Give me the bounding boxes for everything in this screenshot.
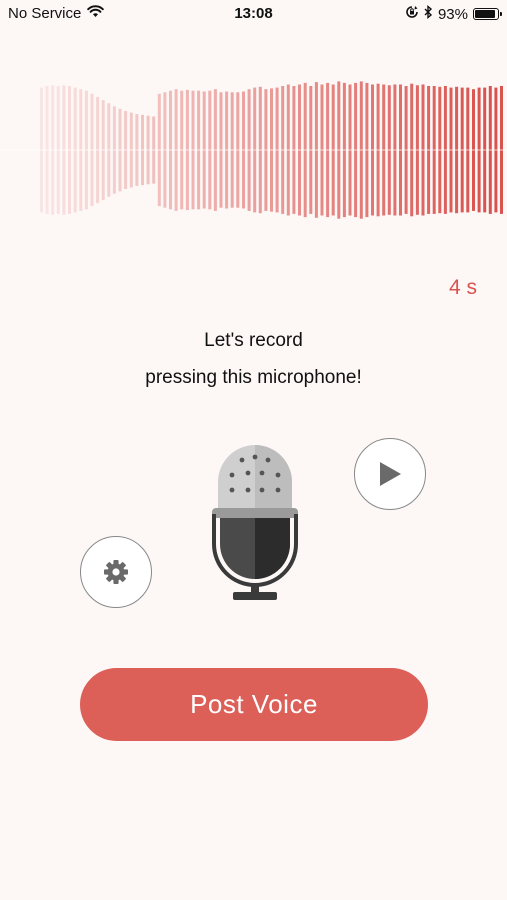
microphone-button[interactable] [200, 444, 310, 604]
settings-button[interactable] [80, 536, 152, 608]
play-button[interactable] [354, 438, 426, 510]
gear-icon [104, 560, 128, 584]
post-voice-button[interactable]: Post Voice [80, 668, 428, 741]
bluetooth-icon [424, 5, 433, 23]
rotation-lock-icon [405, 5, 419, 23]
audio-waveform [0, 81, 507, 219]
instruction-line-1: Let's record [204, 330, 303, 351]
recording-duration: 4 s [448, 276, 477, 299]
status-right: 93% [405, 5, 502, 23]
status-bar: No Service 13:08 93% [0, 0, 507, 30]
battery-icon [473, 8, 502, 20]
instruction-line-2: pressing this microphone! [145, 367, 362, 388]
battery-percent: 93% [437, 5, 468, 23]
play-icon [380, 462, 401, 486]
microphone-icon [212, 445, 298, 600]
instruction-text: Let's record pressing this microphone! [0, 322, 507, 396]
battery-level [475, 10, 495, 18]
